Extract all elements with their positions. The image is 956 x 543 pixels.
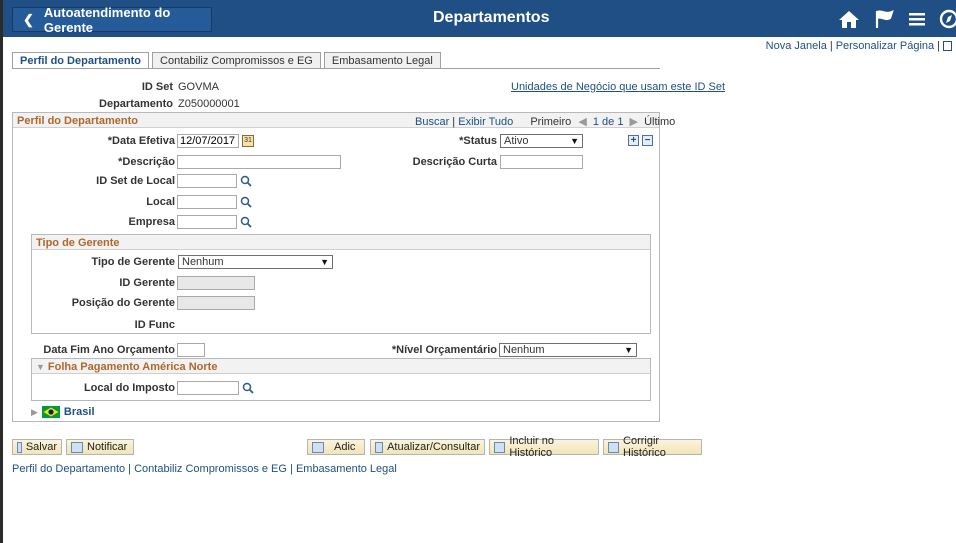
row-navigation: Buscar | Exibir Tudo Primeiro ◀ 1 de 1 ▶… (415, 116, 676, 128)
eff-date-field[interactable] (177, 134, 239, 148)
chevron-down-icon: ▼ (624, 345, 633, 355)
tab-underline (12, 68, 660, 69)
search-icon[interactable] (240, 175, 252, 187)
menu-icon[interactable] (906, 9, 928, 29)
location-setid-field[interactable] (177, 174, 237, 188)
home-icon[interactable] (838, 9, 860, 29)
tab-bar: Perfil do Departamento Contabiliz Compro… (12, 52, 444, 69)
add-row-icon[interactable]: + (628, 135, 639, 146)
prev-arrow-icon[interactable]: ◀ (578, 116, 586, 128)
status-select[interactable]: Ativo ▼ (500, 134, 583, 148)
update-icon (375, 441, 384, 453)
correct-history-button[interactable]: Corrigir Histórico (603, 435, 702, 459)
status-value: Ativo (504, 135, 529, 147)
payroll-header[interactable]: ▼ Folha Pagamento América Norte (32, 359, 650, 374)
manager-type-select[interactable]: Nenhum ▼ (178, 255, 333, 269)
correct-history-icon (608, 441, 620, 453)
brazil-flag-icon (41, 406, 60, 418)
chevron-down-icon: ▼ (570, 136, 579, 146)
update-display-button[interactable]: Atualizar/Consultar (370, 439, 485, 455)
eff-date-label: *Data Efetiva (107, 135, 175, 147)
manager-type-title: Tipo de Gerente (36, 237, 120, 249)
last-label[interactable]: Último (644, 116, 675, 128)
manager-id-label: ID Gerente (119, 277, 175, 289)
find-link[interactable]: Buscar (415, 116, 449, 128)
brasil-section-toggle[interactable]: ▶ Brasil (31, 406, 95, 418)
back-button[interactable]: ❮ Autoatendimento do Gerente (12, 4, 212, 35)
dept-label: Departamento (99, 98, 173, 110)
header-bar: ❮ Autoatendimento do Gerente Departament… (3, 0, 956, 37)
short-descr-field[interactable] (500, 155, 583, 169)
chevron-left-icon: ❮ (23, 11, 34, 27)
dept-value: Z050000001 (178, 98, 240, 110)
collapse-triangle-icon: ▼ (36, 362, 45, 372)
tab-legal-basis[interactable]: Embasamento Legal (323, 52, 441, 68)
notify-icon (71, 441, 83, 453)
manager-type-label: Tipo de Gerente (91, 256, 175, 268)
include-history-icon (494, 441, 506, 453)
notify-button[interactable]: Notificar (66, 439, 134, 455)
budget-end-label: Data Fim Ano Orçamento (43, 344, 175, 356)
location-label: Local (146, 196, 175, 208)
bottom-link-dept-profile[interactable]: Perfil do Departamento (12, 463, 125, 475)
tab-dept-profile[interactable]: Perfil do Departamento (12, 52, 150, 69)
chevron-down-icon: ▼ (320, 257, 329, 267)
budget-level-label: *Nível Orçamentário (391, 344, 497, 356)
status-label: *Status (459, 135, 497, 147)
dept-profile-title: Perfil do Departamento (17, 115, 139, 127)
setid-units-link[interactable]: Unidades de Negócio que usam este ID Set (511, 81, 725, 93)
budget-level-value: Nenhum (503, 344, 545, 356)
navbar-compass-icon[interactable] (938, 9, 956, 29)
bottom-link-legal-basis[interactable]: Embasamento Legal (296, 463, 397, 475)
budget-end-field[interactable] (177, 343, 205, 357)
location-field[interactable] (177, 195, 237, 209)
budget-level-select[interactable]: Nenhum ▼ (499, 343, 637, 357)
save-button[interactable]: Salvar (12, 439, 62, 455)
tab-commitments[interactable]: Contabiliz Compromissos e EG (152, 52, 321, 68)
grid-icon[interactable] (943, 41, 952, 52)
location-setid-label: ID Set de Local (96, 175, 175, 187)
short-descr-label: Descrição Curta (412, 156, 497, 168)
search-icon[interactable] (240, 216, 252, 228)
bottom-link-commitments[interactable]: Contabiliz Compromissos e EG (134, 463, 287, 475)
calendar-icon[interactable]: 31 (242, 135, 254, 147)
view-all-link[interactable]: Exibir Tudo (458, 116, 513, 128)
first-label[interactable]: Primeiro (530, 116, 571, 128)
search-icon[interactable] (240, 196, 252, 208)
func-id-label: ID Func (134, 319, 175, 331)
company-label: Empresa (128, 216, 175, 228)
save-icon (17, 441, 22, 453)
manager-id-field (177, 276, 255, 290)
include-history-button[interactable]: Incluir no Histórico (489, 435, 599, 459)
add-icon (312, 441, 324, 453)
payroll-title: Folha Pagamento América Norte (47, 361, 218, 373)
company-field[interactable] (177, 215, 237, 229)
manager-position-field (177, 296, 255, 310)
page-title: Departamentos (433, 9, 550, 26)
setid-label: ID Set (141, 81, 173, 93)
setid-value: GOVMA (178, 81, 219, 93)
tax-location-label: Local do Imposto (83, 382, 175, 394)
manager-type-value: Nenhum (182, 256, 224, 268)
tax-location-field[interactable] (177, 381, 239, 395)
manager-type-header: Tipo de Gerente (32, 235, 650, 250)
top-links: Nova Janela | Personalizar Página | (766, 40, 952, 52)
new-window-link[interactable]: Nova Janela (766, 40, 827, 52)
next-arrow-icon[interactable]: ▶ (630, 116, 638, 128)
row-count: 1 de 1 (592, 116, 624, 128)
delete-row-icon[interactable]: − (642, 135, 653, 146)
expand-triangle-icon: ▶ (31, 406, 38, 417)
brasil-title: Brasil (63, 406, 95, 418)
window-left-border (0, 0, 3, 543)
flag-icon[interactable] (873, 9, 895, 29)
manager-position-label: Posição do Gerente (71, 297, 175, 309)
descr-field[interactable] (177, 155, 341, 169)
add-button[interactable]: Adic (307, 439, 365, 455)
descr-label: *Descrição (118, 156, 175, 168)
bottom-page-links: Perfil do Departamento | Contabiliz Comp… (12, 463, 397, 475)
search-icon[interactable] (242, 382, 254, 394)
back-button-label: Autoatendimento do Gerente (43, 4, 171, 35)
personalize-page-link[interactable]: Personalizar Página (836, 40, 934, 52)
